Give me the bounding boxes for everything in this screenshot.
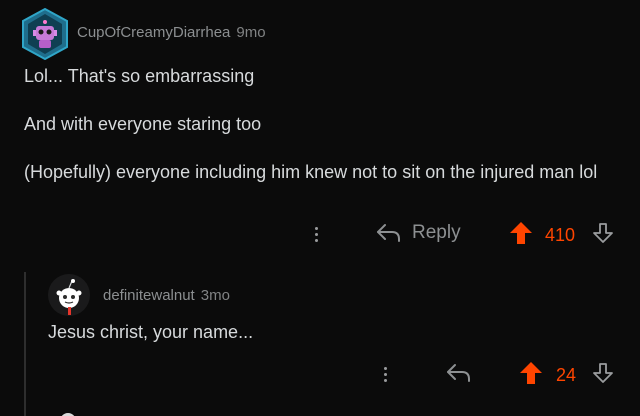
downvote-arrow-icon: [593, 363, 613, 383]
reply-age: 3mo: [200, 287, 230, 304]
upvote-button[interactable]: [519, 361, 543, 390]
comment-body: Lol... That's so embarrassing And with e…: [24, 64, 624, 208]
upvote-arrow-icon: [510, 222, 532, 244]
downvote-button[interactable]: [592, 362, 614, 389]
comment-line: (Hopefully) everyone including him knew …: [24, 162, 598, 182]
username-text[interactable]: CupOfCreamyDiarrhea: [77, 24, 230, 41]
reply-body: Jesus christ, your name...: [48, 322, 254, 342]
avatar[interactable]: [22, 7, 68, 61]
comment-action-bar: Reply 410: [0, 216, 640, 252]
downvote-button[interactable]: [592, 222, 614, 249]
more-options-button[interactable]: [375, 360, 395, 388]
comment-line: And with everyone staring too: [24, 114, 262, 134]
reply-score: 24: [556, 365, 577, 385]
upvote-arrow-icon: [520, 362, 542, 384]
comment-thread: CupOfCreamyDiarrhea 9mo Lol... That's so …: [0, 0, 640, 416]
username-text[interactable]: definitewalnut: [103, 287, 195, 304]
reply-arrow-icon: [377, 224, 400, 242]
comment-age: 9mo: [236, 24, 266, 41]
comment-author[interactable]: CupOfCreamyDiarrhea 9mo: [77, 24, 266, 41]
more-options-button[interactable]: [306, 220, 326, 248]
upvote-button[interactable]: [509, 221, 533, 250]
reply-arrow-icon: [447, 364, 470, 382]
reply-button[interactable]: Reply: [376, 222, 461, 244]
reply-author[interactable]: definitewalnut 3mo: [103, 287, 230, 304]
reply-button[interactable]: [446, 363, 472, 383]
comment-score: 410: [545, 225, 576, 245]
reply-avatar[interactable]: [48, 274, 90, 316]
thread-line[interactable]: [24, 272, 26, 416]
reply-action-bar: 24: [0, 358, 640, 394]
reply-label: Reply: [412, 222, 461, 243]
more-icon: [314, 226, 318, 230]
next-comment-avatar[interactable]: [58, 408, 78, 416]
more-icon: [383, 366, 387, 370]
downvote-arrow-icon: [593, 223, 613, 243]
comment-line: Lol... That's so embarrassing: [24, 66, 255, 86]
